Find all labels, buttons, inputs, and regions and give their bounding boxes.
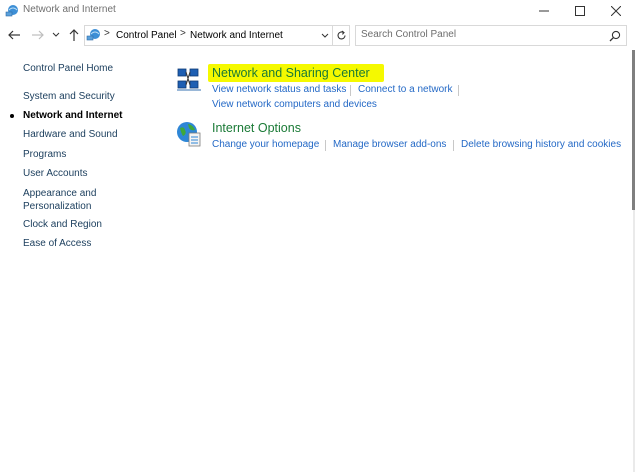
nav-link-programs[interactable]: Programs <box>23 148 66 161</box>
internet-options-link[interactable]: Internet Options <box>212 121 301 135</box>
minimize-button[interactable] <box>526 0 562 22</box>
search-icon[interactable] <box>609 30 621 42</box>
network-app-icon <box>5 5 18 17</box>
network-sharing-icon <box>177 68 201 91</box>
arrow-right-icon <box>32 30 44 40</box>
breadcrumb-network-and-internet[interactable]: Network and Internet <box>190 30 283 41</box>
search-input[interactable] <box>361 29 601 40</box>
network-and-sharing-center-link[interactable]: Network and Sharing Center <box>212 66 370 80</box>
change-homepage-link[interactable]: Change your homepage <box>212 139 319 150</box>
link-separator <box>458 85 459 96</box>
close-button[interactable] <box>598 0 634 22</box>
window-title: Network and Internet <box>23 4 116 15</box>
maximize-button[interactable] <box>562 0 598 22</box>
navigation-bar: > Control Panel > Network and Internet <box>0 22 635 50</box>
link-separator <box>350 85 351 96</box>
active-bullet <box>10 114 14 118</box>
chevron-down-icon <box>52 32 60 37</box>
view-network-status-link[interactable]: View network status and tasks <box>212 84 346 95</box>
nav-link-control-panel-home[interactable]: Control Panel Home <box>23 62 113 75</box>
view-network-computers-link[interactable]: View network computers and devices <box>212 99 377 110</box>
arrow-up-icon <box>69 29 79 41</box>
delete-browsing-history-link[interactable]: Delete browsing history and cookies <box>461 139 621 150</box>
maximize-icon <box>575 6 585 16</box>
minimize-icon <box>539 10 549 12</box>
breadcrumb-separator: > <box>104 28 110 39</box>
up-button[interactable] <box>66 26 82 44</box>
arrow-left-icon <box>8 30 20 40</box>
breadcrumb-control-panel[interactable]: Control Panel <box>116 30 177 41</box>
nav-link-hardware-and-sound[interactable]: Hardware and Sound <box>23 128 118 141</box>
nav-link-user-accounts[interactable]: User Accounts <box>23 167 87 180</box>
address-dropdown-button[interactable] <box>319 29 331 43</box>
connect-to-network-link[interactable]: Connect to a network <box>358 84 453 95</box>
nav-link-appearance[interactable]: Appearance and <box>23 187 96 200</box>
manage-browser-addons-link[interactable]: Manage browser add-ons <box>333 139 446 150</box>
link-separator <box>453 140 454 151</box>
search-box[interactable] <box>355 25 627 46</box>
nav-link-clock-and-region[interactable]: Clock and Region <box>23 218 102 231</box>
title-bar: Network and Internet <box>0 0 635 22</box>
recent-locations-button[interactable] <box>50 26 62 44</box>
refresh-icon <box>336 30 346 40</box>
back-button[interactable] <box>6 26 22 44</box>
link-separator <box>325 140 326 151</box>
refresh-button[interactable] <box>333 25 350 46</box>
nav-link-personalization[interactable]: Personalization <box>23 200 91 213</box>
address-bar[interactable]: > Control Panel > Network and Internet <box>84 25 333 46</box>
chevron-down-icon <box>321 33 329 38</box>
nav-link-system-and-security[interactable]: System and Security <box>23 90 115 103</box>
close-icon <box>611 6 621 16</box>
control-panel-icon <box>86 29 100 41</box>
nav-link-ease-of-access[interactable]: Ease of Access <box>23 237 91 250</box>
nav-link-network-and-internet[interactable]: Network and Internet <box>23 109 122 122</box>
forward-button[interactable] <box>30 26 46 44</box>
internet-options-icon <box>177 122 201 147</box>
breadcrumb-separator: > <box>180 28 186 39</box>
